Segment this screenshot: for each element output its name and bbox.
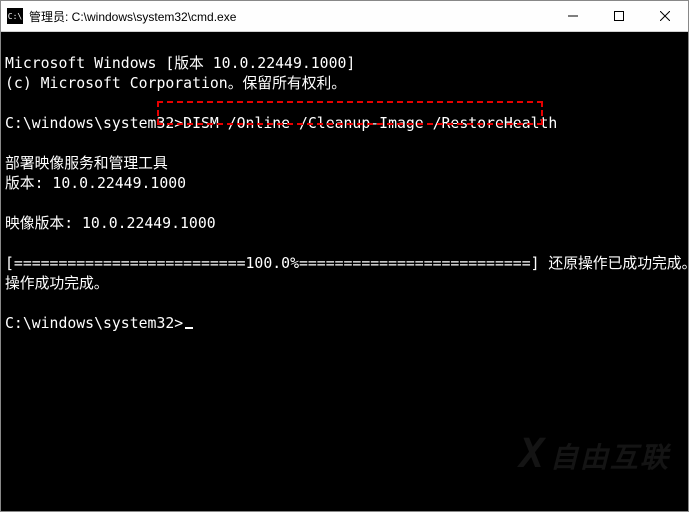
tool-version-line: 版本: 10.0.22449.1000 bbox=[5, 175, 186, 192]
window-title: 管理员: C:\windows\system32\cmd.exe bbox=[29, 8, 236, 25]
maximize-icon bbox=[614, 11, 624, 21]
success-line: 操作成功完成。 bbox=[5, 275, 109, 292]
prompt-line-2: C:\windows\system32> bbox=[5, 315, 193, 332]
blank-line bbox=[5, 135, 14, 152]
minimize-button[interactable] bbox=[550, 1, 596, 31]
titlebar[interactable]: C:\ 管理员: C:\windows\system32\cmd.exe bbox=[1, 1, 688, 32]
cursor bbox=[185, 327, 193, 329]
blank-line bbox=[5, 295, 14, 312]
progress-line: [==========================100.0%=======… bbox=[5, 255, 688, 272]
blank-line bbox=[5, 95, 14, 112]
prompt-line-1: C:\windows\system32>DISM /Online /Cleanu… bbox=[5, 115, 557, 132]
maximize-button[interactable] bbox=[596, 1, 642, 31]
watermark-text: 自由互联 bbox=[550, 441, 670, 474]
minimize-icon bbox=[568, 11, 578, 21]
copyright-line: (c) Microsoft Corporation。保留所有权利。 bbox=[5, 75, 346, 92]
watermark: X自由互联 bbox=[520, 427, 670, 481]
prompt-path: C:\windows\system32> bbox=[5, 115, 183, 132]
tool-title-line: 部署映像服务和管理工具 bbox=[5, 155, 168, 172]
os-version-line: Microsoft Windows [版本 10.0.22449.1000] bbox=[5, 55, 355, 72]
cmd-window: C:\ 管理员: C:\windows\system32\cmd.exe Mic… bbox=[0, 0, 689, 512]
prompt-path: C:\windows\system32> bbox=[5, 315, 183, 332]
close-button[interactable] bbox=[642, 1, 688, 31]
dism-command: DISM /Online /Cleanup-Image /RestoreHeal… bbox=[183, 115, 557, 132]
cmd-icon: C:\ bbox=[7, 8, 23, 24]
close-icon bbox=[660, 11, 670, 21]
terminal-output[interactable]: Microsoft Windows [版本 10.0.22449.1000] (… bbox=[1, 32, 688, 511]
image-version-line: 映像版本: 10.0.22449.1000 bbox=[5, 215, 216, 232]
blank-line bbox=[5, 195, 14, 212]
watermark-x-icon: X bbox=[520, 431, 546, 477]
blank-line bbox=[5, 235, 14, 252]
